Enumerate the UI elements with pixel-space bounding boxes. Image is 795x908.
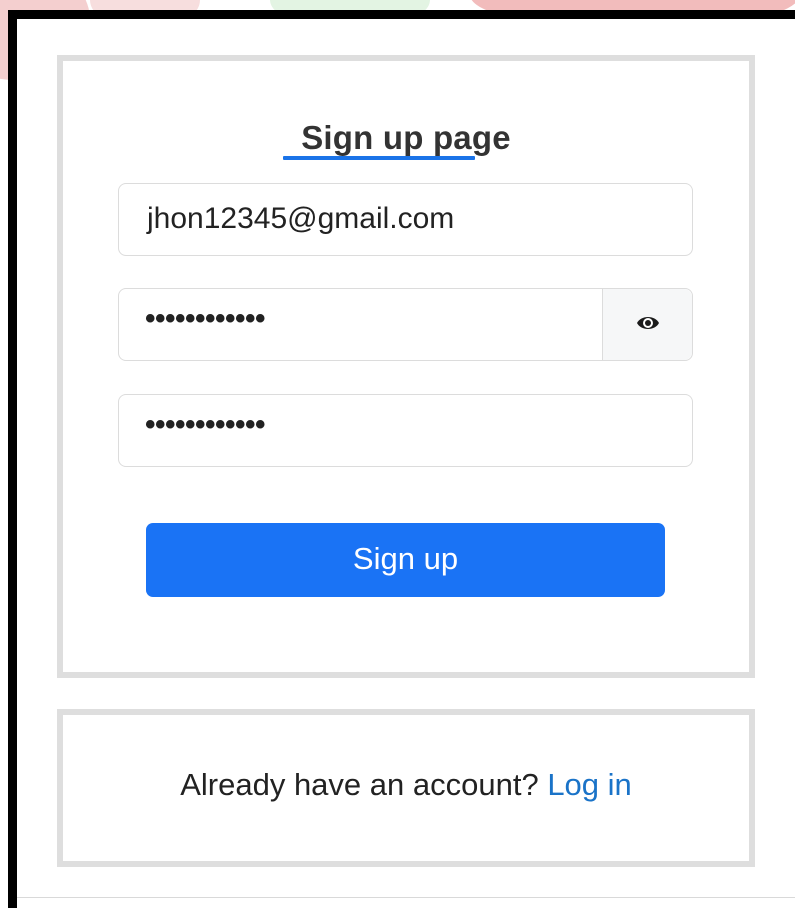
login-prompt-text: Already have an account? [180, 767, 539, 802]
password-field-value: •••••••••••• [145, 302, 266, 335]
password-field[interactable]: •••••••••••• [118, 288, 693, 361]
page-title: Sign up page [301, 119, 511, 156]
page: Sign up page jhon12345@gmail.com •••••••… [0, 0, 795, 908]
email-field[interactable]: jhon12345@gmail.com [118, 183, 693, 256]
signup-button[interactable]: Sign up [146, 523, 665, 597]
show-password-button[interactable] [602, 289, 692, 360]
eye-icon [637, 317, 659, 329]
frame-divider [17, 897, 795, 898]
login-prompt-card: Already have an account? Log in [57, 709, 755, 867]
confirm-password-field-value: •••••••••••• [145, 408, 266, 441]
signup-card: Sign up page jhon12345@gmail.com •••••••… [57, 55, 755, 678]
confirm-password-field[interactable]: •••••••••••• [118, 394, 693, 467]
login-prompt: Already have an account? Log in [63, 767, 749, 803]
title-underline [283, 156, 475, 160]
login-link[interactable]: Log in [547, 767, 631, 802]
email-field-value: jhon12345@gmail.com [147, 202, 455, 235]
